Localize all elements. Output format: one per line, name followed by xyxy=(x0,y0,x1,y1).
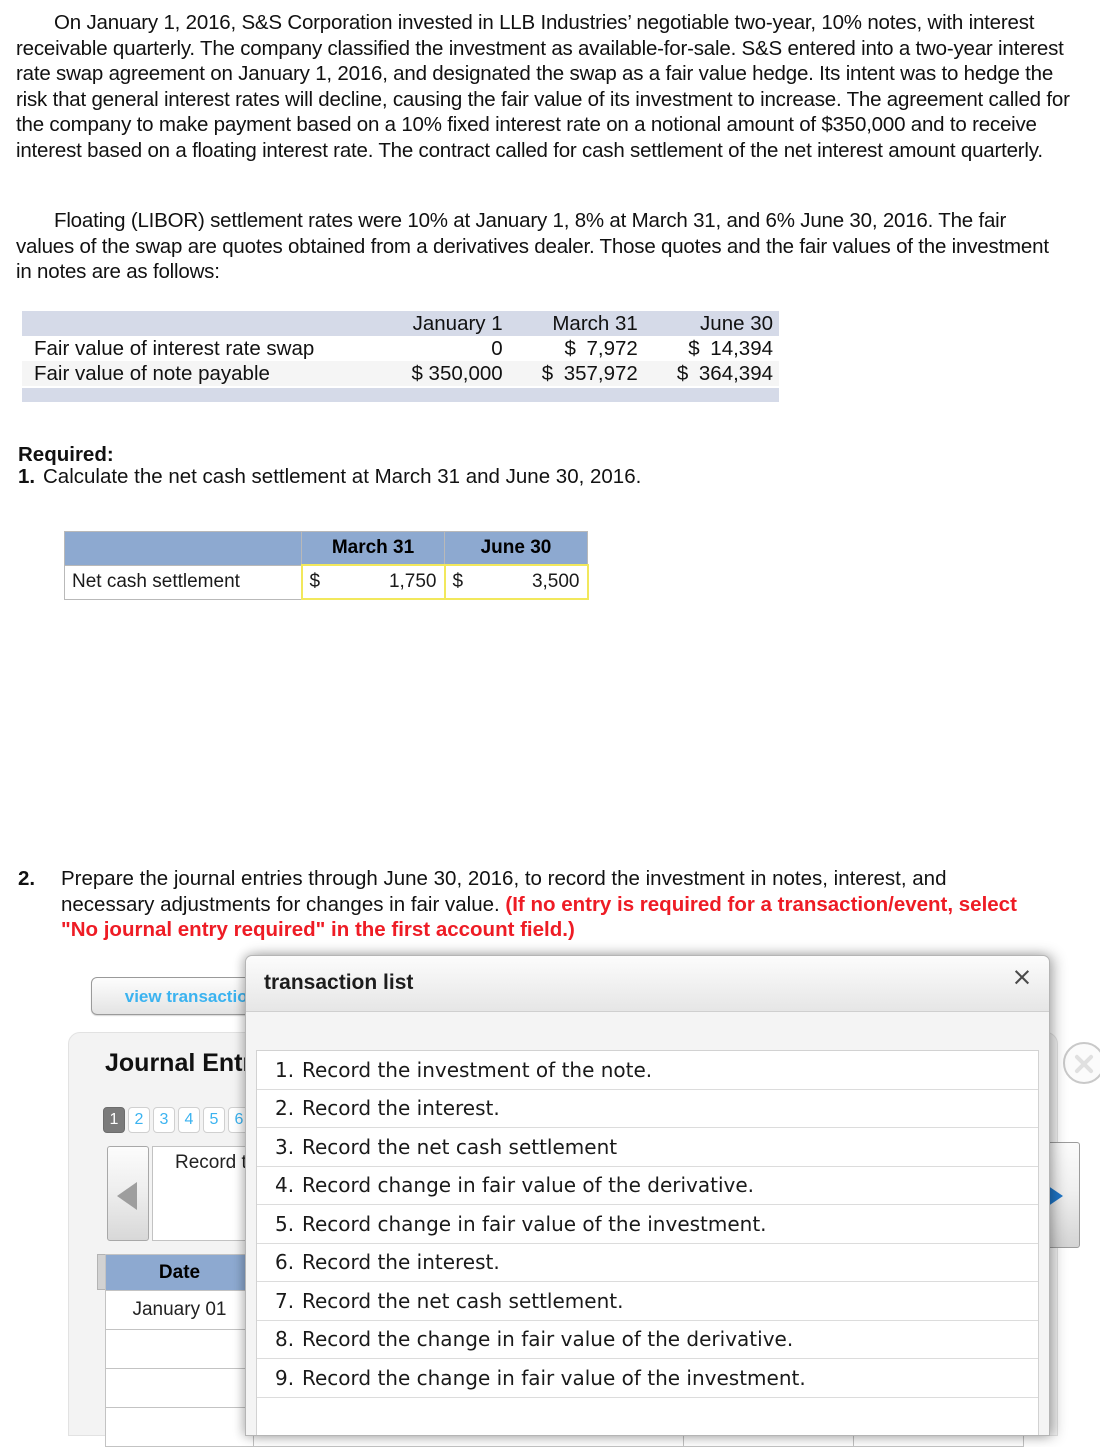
ncs-june-30-value: 3,500 xyxy=(531,571,580,592)
pagination-page-4[interactable]: 4 xyxy=(178,1107,200,1133)
pagination-page-3[interactable]: 3 xyxy=(153,1107,175,1133)
ncs-header-blank xyxy=(64,531,302,566)
fv-swap-june-30: $14,394 xyxy=(644,336,779,361)
journal-row-1-date[interactable] xyxy=(105,1329,254,1369)
ncs-june-30-input[interactable]: $3,500 xyxy=(443,564,589,600)
journal-entry-pagination[interactable]: 1 2 3 4 5 6 xyxy=(103,1107,250,1133)
fv-swap-march-31: $7,972 xyxy=(509,336,644,361)
fv-note-march-31-value: 357,972 xyxy=(563,361,638,385)
transaction-item-1-number: 1. xyxy=(275,1057,295,1082)
list-item[interactable]: 6. Record the interest. xyxy=(257,1243,1038,1282)
ncs-march-31-value: 1,750 xyxy=(388,571,437,592)
transaction-list-modal-header: transaction list × xyxy=(246,956,1049,1012)
currency-symbol: $ xyxy=(309,571,321,592)
ncs-header-row: March 31 June 30 xyxy=(64,531,588,566)
fair-value-table-header-row: January 1 March 31 June 30 xyxy=(22,311,779,336)
ncs-header-june-30: June 30 xyxy=(444,531,588,566)
currency-symbol: $ xyxy=(452,571,464,592)
fv-note-january-1: $ 350,000 xyxy=(411,361,503,385)
transaction-item-4-text: Record change in fair value of the deriv… xyxy=(302,1173,755,1198)
table-row: Fair value of note payable $ 350,000 $35… xyxy=(22,361,779,386)
requirement-1: 1. Calculate the net cash settlement at M… xyxy=(18,465,641,489)
worksheet-close-icon[interactable] xyxy=(1063,1042,1100,1084)
journal-grid-header-date: Date xyxy=(105,1254,254,1291)
net-cash-settlement-table: March 31 June 30 Net cash settlement $1,… xyxy=(64,531,589,600)
chevron-left-icon xyxy=(117,1182,137,1210)
fv-note-june-30-value: 364,394 xyxy=(698,361,773,385)
ncs-row-label: Net cash settlement xyxy=(64,564,302,600)
fv-swap-june-30-value: 14,394 xyxy=(710,336,773,360)
previous-entry-button[interactable] xyxy=(107,1146,149,1241)
transaction-item-2-number: 2. xyxy=(275,1096,295,1121)
fv-header-blank xyxy=(22,311,380,336)
fv-header-june-30: June 30 xyxy=(700,311,773,335)
list-item[interactable]: 5. Record change in fair value of the in… xyxy=(257,1205,1038,1244)
transaction-item-8-text: Record the change in fair value of the d… xyxy=(302,1327,794,1352)
transaction-item-3-text: Record the net cash settlement xyxy=(302,1134,618,1159)
transaction-list-modal-body: 1. Record the investment of the note. 2.… xyxy=(246,1012,1049,1435)
fv-note-june-30: $364,394 xyxy=(644,361,779,386)
modal-spacer xyxy=(256,1012,1039,1050)
list-item[interactable]: 9. Record the change in fair value of th… xyxy=(257,1359,1038,1398)
transaction-item-1-text: Record the investment of the note. xyxy=(302,1057,653,1082)
journal-row-0-date[interactable]: January 01 xyxy=(105,1290,254,1330)
requirement-2-number: 2. xyxy=(18,867,36,890)
transaction-item-5-text: Record change in fair value of the inves… xyxy=(302,1211,767,1236)
transaction-item-7-number: 7. xyxy=(275,1288,295,1313)
list-item[interactable]: 8. Record the change in fair value of th… xyxy=(257,1320,1038,1359)
transaction-item-3-number: 3. xyxy=(275,1134,295,1159)
fair-value-table-footer-bar xyxy=(22,388,779,402)
list-item[interactable]: 4. Record change in fair value of the de… xyxy=(257,1166,1038,1205)
close-icon[interactable]: × xyxy=(1009,964,1035,990)
next-entry-button[interactable] xyxy=(1035,1142,1080,1248)
pagination-page-1[interactable]: 1 xyxy=(103,1107,125,1133)
fv-header-march-31: March 31 xyxy=(552,311,638,335)
fv-swap-january-1: 0 xyxy=(491,336,503,360)
fv-swap-march-31-value: 7,972 xyxy=(586,336,638,360)
fv-row-label-swap: Fair value of interest rate swap xyxy=(34,336,315,360)
fv-row-label-note: Fair value of note payable xyxy=(34,361,270,385)
requirement-1-number: 1. xyxy=(18,465,36,488)
table-row: Fair value of interest rate swap 0 $7,97… xyxy=(22,336,779,361)
transaction-item-9-text: Record the change in fair value of the i… xyxy=(302,1365,806,1390)
transaction-item-9-number: 9. xyxy=(275,1365,295,1390)
transaction-list-empty-row xyxy=(257,1397,1038,1435)
fv-header-january-1: January 1 xyxy=(412,311,503,335)
requirement-2-body: Prepare the journal entries through June… xyxy=(18,866,1028,943)
requirement-2: 2. Prepare the journal entries through J… xyxy=(18,866,1028,943)
transaction-item-6-number: 6. xyxy=(275,1250,295,1275)
currency-symbol: $ xyxy=(541,361,554,385)
journal-row-3-date[interactable] xyxy=(105,1407,254,1447)
transaction-item-7-text: Record the net cash settlement. xyxy=(302,1288,624,1313)
list-item[interactable]: 2. Record the interest. xyxy=(257,1089,1038,1128)
problem-paragraph-2: Floating (LIBOR) settlement rates were 1… xyxy=(16,209,1049,283)
journal-row-2-date[interactable] xyxy=(105,1368,254,1408)
currency-symbol: $ xyxy=(564,336,576,360)
transaction-item-6-text: Record the interest. xyxy=(302,1250,500,1275)
transaction-list-modal-title: transaction list xyxy=(264,971,414,994)
list-item[interactable]: 7. Record the net cash settlement. xyxy=(257,1282,1038,1321)
requirement-1-text: Calculate the net cash settlement at Mar… xyxy=(43,465,642,488)
pagination-page-5[interactable]: 5 xyxy=(203,1107,225,1133)
currency-symbol: $ xyxy=(688,336,700,360)
transaction-item-2-text: Record the interest. xyxy=(302,1096,500,1121)
transaction-list-modal: transaction list × 1. Record the investm… xyxy=(245,955,1050,1436)
transaction-item-5-number: 5. xyxy=(275,1211,295,1236)
transaction-item-4-number: 4. xyxy=(275,1173,295,1198)
currency-symbol: $ xyxy=(676,361,689,385)
fair-value-table: January 1 March 31 June 30 Fair value of… xyxy=(22,311,779,386)
ncs-header-march-31: March 31 xyxy=(301,531,445,566)
transaction-list: 1. Record the investment of the note. 2.… xyxy=(256,1050,1039,1435)
table-row: Net cash settlement $1,750 $3,500 xyxy=(64,564,589,600)
transaction-item-8-number: 8. xyxy=(275,1327,295,1352)
problem-paragraph-1: On January 1, 2016, S&S Corporation inve… xyxy=(16,11,1070,162)
required-heading: Required: xyxy=(18,443,114,466)
list-item[interactable]: 1. Record the investment of the note. xyxy=(257,1051,1038,1090)
fv-note-march-31: $357,972 xyxy=(509,361,644,386)
list-item[interactable]: 3. Record the net cash settlement xyxy=(257,1128,1038,1167)
pagination-page-2[interactable]: 2 xyxy=(128,1107,150,1133)
ncs-march-31-input[interactable]: $1,750 xyxy=(300,564,446,600)
